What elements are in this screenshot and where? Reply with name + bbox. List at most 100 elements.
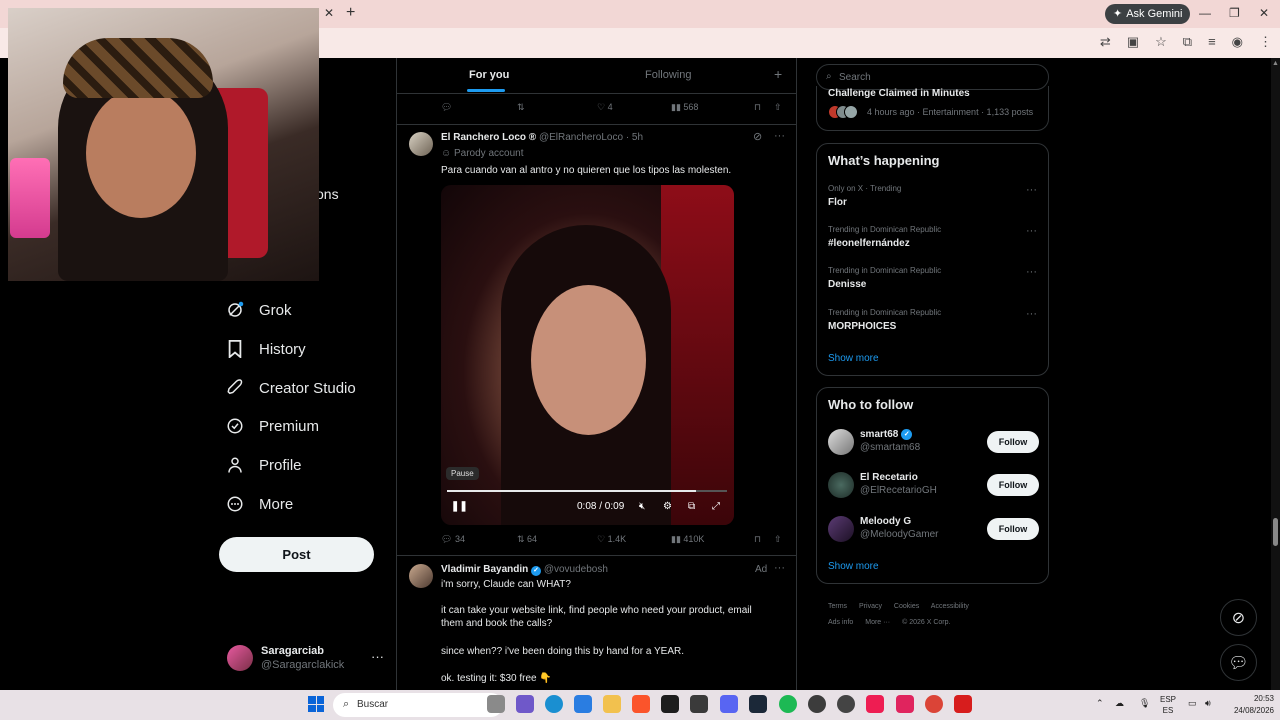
trend-item[interactable]: Trending in Dominican Republic Denisse ·… xyxy=(828,266,1040,296)
repost-icon[interactable]: ⇅ xyxy=(517,102,525,113)
app-icon[interactable] xyxy=(661,695,679,713)
bookmark-icon[interactable]: ⊓ xyxy=(754,102,761,113)
tab-following[interactable]: Following xyxy=(645,69,691,81)
youtube-icon[interactable] xyxy=(954,695,972,713)
follow-suggestion[interactable]: smart68 ✓ @smartam68 Follow xyxy=(828,429,1040,459)
nav-item-creator-studio[interactable]: Creator Studio xyxy=(225,374,356,402)
trend-more-icon[interactable]: ··· xyxy=(1026,225,1037,237)
follow-button[interactable]: Follow xyxy=(987,518,1039,540)
minimize-icon[interactable]: — xyxy=(1199,6,1211,20)
fullscreen-icon[interactable]: ⤢ xyxy=(712,501,720,512)
avatar[interactable] xyxy=(409,564,433,588)
trend-more-icon[interactable]: ··· xyxy=(1026,184,1037,196)
tiktok-icon[interactable] xyxy=(866,695,884,713)
pause-icon[interactable]: ❚❚ xyxy=(451,501,468,512)
chrome-icon[interactable] xyxy=(925,695,943,713)
trending-story[interactable]: Challenge Claimed in Minutes 4 hours ago… xyxy=(816,86,1049,131)
footer-link-more[interactable]: More ··· xyxy=(865,619,890,626)
share-icon[interactable]: ⇧ xyxy=(774,534,782,545)
nav-item-grok[interactable]: Grok xyxy=(225,296,292,324)
volume-icon[interactable]: 🔊︎ xyxy=(1205,698,1211,709)
mute-icon[interactable]: 🔇︎ xyxy=(639,501,645,512)
messages-fab-button[interactable]: 💬︎ xyxy=(1220,644,1257,681)
like-button[interactable]: ♡ 4 xyxy=(597,102,613,113)
footer-link-ads-info[interactable]: Ads info xyxy=(828,619,853,626)
window-close-icon[interactable]: ✕ xyxy=(1259,6,1269,20)
account-more-icon[interactable]: ··· xyxy=(371,649,384,664)
language-indicator[interactable]: ESP ES xyxy=(1160,694,1176,716)
follow-suggestion[interactable]: Meloody G @MeloodyGamer Follow xyxy=(828,516,1040,546)
app-icon[interactable] xyxy=(896,695,914,713)
profile-icon[interactable]: ◉ xyxy=(1232,34,1243,50)
windows-start-icon[interactable] xyxy=(308,696,324,712)
onedrive-icon[interactable]: ☁ xyxy=(1115,698,1124,709)
bookmark-star-icon[interactable]: ☆ xyxy=(1155,34,1167,50)
reply-icon[interactable]: 💬︎ xyxy=(441,102,452,113)
store-icon[interactable] xyxy=(574,695,592,713)
video-scrubber[interactable] xyxy=(447,490,727,492)
tweet-author[interactable]: Vladimir Bayandin ✓ @vovudebosh xyxy=(441,564,608,576)
show-more-link[interactable]: Show more xyxy=(828,561,879,572)
tray-chevron-icon[interactable]: ⌃ xyxy=(1096,698,1104,709)
scroll-up-arrow-icon[interactable]: ▲ xyxy=(1272,60,1279,67)
trend-more-icon[interactable]: ··· xyxy=(1026,308,1037,320)
footer-link-accessibility[interactable]: Accessibility xyxy=(931,603,969,610)
trend-item[interactable]: Trending in Dominican Republic #leonelfe… xyxy=(828,225,1040,255)
like-button[interactable]: ♡ 1.4K xyxy=(597,534,626,545)
avatar[interactable] xyxy=(409,132,433,156)
follow-button[interactable]: Follow xyxy=(987,474,1039,496)
search-input[interactable] xyxy=(839,69,1039,85)
grok-explain-icon[interactable]: ⊘ xyxy=(753,130,762,143)
extensions-icon[interactable]: ⧉ xyxy=(1183,34,1192,50)
views-button[interactable]: ▮▮ 568 xyxy=(671,102,698,113)
repost-button[interactable]: ⇅ 64 xyxy=(517,534,537,545)
steam-icon[interactable] xyxy=(749,695,767,713)
footer-link-cookies[interactable]: Cookies xyxy=(894,603,919,610)
display-icon[interactable]: ▭ xyxy=(1188,698,1197,709)
tweet-more-icon[interactable]: ··· xyxy=(774,562,785,574)
pip-icon[interactable]: ⧉ xyxy=(688,501,695,512)
extension-shield-icon[interactable]: ▣ xyxy=(1127,34,1139,50)
show-more-link[interactable]: Show more xyxy=(828,353,879,364)
taskbar-search[interactable]: ⌕ Buscar xyxy=(333,693,503,717)
discord-icon[interactable] xyxy=(720,695,738,713)
bookmark-icon[interactable]: ⊓ xyxy=(754,534,761,545)
follow-button[interactable]: Follow xyxy=(987,431,1039,453)
tweet-more-icon[interactable]: ··· xyxy=(774,130,785,142)
views-button[interactable]: ▮▮ 410K xyxy=(671,534,704,545)
nav-item-notifications-clipped[interactable]: ons xyxy=(316,186,339,202)
tab-for-you[interactable]: For you xyxy=(469,69,509,81)
grok-fab-button[interactable]: ⊘ xyxy=(1220,599,1257,636)
post-button[interactable]: Post xyxy=(219,537,374,572)
browser-menu-icon[interactable]: ⋮ xyxy=(1259,34,1272,50)
nav-item-more[interactable]: More xyxy=(225,490,293,518)
trend-more-icon[interactable]: ··· xyxy=(1026,266,1037,278)
obs-icon[interactable] xyxy=(837,695,855,713)
ask-gemini-button[interactable]: ✦ Ask Gemini xyxy=(1105,4,1191,24)
edge-icon[interactable] xyxy=(545,695,563,713)
file-explorer-icon[interactable] xyxy=(603,695,621,713)
tweet-author[interactable]: El Ranchero Loco ® @ElRancheroLoco · 5h xyxy=(441,132,643,143)
close-tab-icon[interactable]: ✕ xyxy=(324,6,334,20)
trend-item[interactable]: Trending in Dominican Republic MORPHOICE… xyxy=(828,308,1040,338)
share-icon[interactable]: ⇧ xyxy=(774,102,782,113)
footer-link-terms[interactable]: Terms xyxy=(828,603,847,610)
page-scrollbar[interactable] xyxy=(1271,58,1280,690)
nav-item-premium[interactable]: Premium xyxy=(225,412,319,440)
app-icon[interactable] xyxy=(808,695,826,713)
spotify-icon[interactable] xyxy=(779,695,797,713)
media-control-icon[interactable]: ≡ xyxy=(1208,34,1216,50)
trend-item[interactable]: Only on X · Trending Flor ··· xyxy=(828,184,1040,214)
account-switcher[interactable]: Saragarciab @Saragarclakick ··· xyxy=(227,643,387,673)
terminal-icon[interactable] xyxy=(690,695,708,713)
translate-icon[interactable]: ⇄ xyxy=(1100,34,1111,50)
maximize-icon[interactable]: ❐ xyxy=(1229,6,1240,20)
nav-item-history[interactable]: History xyxy=(225,335,306,363)
microphone-icon[interactable]: 🎙︎ xyxy=(1139,698,1150,709)
scrollbar-thumb[interactable] xyxy=(1273,518,1278,546)
tweet-video[interactable]: Pause ❚❚ 0:08 / 0:09 🔇︎ ⚙ ⧉ ⤢ xyxy=(441,185,734,525)
footer-link-privacy[interactable]: Privacy xyxy=(859,603,882,610)
widgets-icon[interactable] xyxy=(516,695,534,713)
reply-button[interactable]: 💬︎ 34 xyxy=(441,534,465,545)
settings-gear-icon[interactable]: ⚙ xyxy=(663,501,672,512)
